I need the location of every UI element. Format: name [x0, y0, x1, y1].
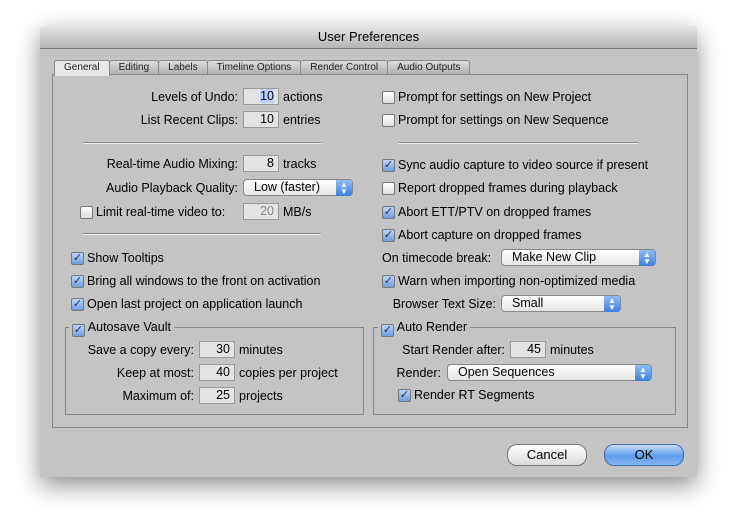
start-after-field[interactable]: 45	[510, 341, 546, 358]
limit-video-label: Limit real-time video to:	[96, 205, 226, 219]
recent-clips-unit: entries	[283, 113, 321, 127]
divider	[398, 142, 638, 144]
updown-arrows-icon: ▲ ▼	[604, 296, 620, 312]
audio-mixing-field[interactable]: 8	[243, 155, 279, 172]
rt-segments-label: Render RT Segments	[414, 388, 535, 402]
abort-capture-label: Abort capture on dropped frames	[398, 228, 582, 242]
tab-audio-outputs[interactable]: Audio Outputs	[387, 60, 471, 75]
updown-arrows-icon: ▲ ▼	[336, 180, 352, 196]
divider	[83, 233, 321, 235]
report-dropped-checkbox[interactable]	[382, 182, 395, 195]
warn-import-checkbox[interactable]: ✓	[382, 275, 395, 288]
limit-video-unit: MB/s	[283, 205, 312, 219]
maximum-label: Maximum of:	[122, 389, 194, 403]
limit-video-checkbox[interactable]	[80, 206, 93, 219]
maximum-unit: projects	[239, 389, 283, 403]
updown-arrows-icon: ▲ ▼	[635, 365, 651, 381]
levels-undo-label: Levels of Undo:	[151, 90, 238, 104]
open-last-checkbox[interactable]: ✓	[71, 298, 84, 311]
bring-windows-checkbox[interactable]: ✓	[71, 275, 84, 288]
save-every-label: Save a copy every:	[87, 343, 194, 357]
keep-most-label: Keep at most:	[116, 366, 194, 380]
recent-clips-label: List Recent Clips:	[140, 113, 238, 127]
tab-labels[interactable]: Labels	[158, 60, 208, 75]
window-title: User Preferences	[40, 26, 697, 49]
maximum-field[interactable]: 25	[199, 387, 235, 404]
save-every-unit: minutes	[239, 343, 283, 357]
warn-import-label: Warn when importing non-optimized media	[398, 274, 636, 288]
prompt-project-label: Prompt for settings on New Project	[398, 90, 592, 104]
show-tooltips-label: Show Tooltips	[87, 251, 164, 265]
tab-render-control[interactable]: Render Control	[300, 60, 389, 75]
abort-capture-checkbox[interactable]: ✓	[382, 229, 395, 242]
show-tooltips-checkbox[interactable]: ✓	[71, 252, 84, 265]
preferences-window: User Preferences General Editing Labels …	[40, 26, 697, 477]
browser-text-label: Browser Text Size:	[392, 297, 496, 311]
tab-bar: General Editing Labels Timeline Options …	[54, 60, 471, 76]
abort-ett-checkbox[interactable]: ✓	[382, 206, 395, 219]
sync-audio-checkbox[interactable]: ✓	[382, 159, 395, 172]
ok-button[interactable]: OK	[604, 444, 684, 466]
browser-text-value: Small	[512, 296, 544, 310]
playback-quality-popup[interactable]: Low (faster) ▲ ▼	[243, 179, 353, 196]
keep-most-field[interactable]: 40	[199, 364, 235, 381]
auto-render-header: ✓ Auto Render	[378, 320, 470, 337]
open-last-label: Open last project on application launch	[87, 297, 303, 311]
tab-timeline-options[interactable]: Timeline Options	[206, 60, 302, 75]
recent-clips-field[interactable]: 10	[243, 111, 279, 128]
cancel-button[interactable]: Cancel	[507, 444, 587, 466]
levels-undo-unit: actions	[283, 90, 323, 104]
general-panel: Levels of Undo: 10 actions List Recent C…	[52, 74, 688, 428]
prompt-project-checkbox[interactable]	[382, 91, 395, 104]
limit-video-field[interactable]: 20	[243, 203, 279, 220]
start-after-unit: minutes	[550, 343, 594, 357]
timecode-break-label: On timecode break:	[382, 251, 492, 265]
timecode-break-value: Make New Clip	[512, 250, 597, 264]
tab-general[interactable]: General	[54, 60, 110, 76]
timecode-break-popup[interactable]: Make New Clip ▲ ▼	[501, 249, 656, 266]
browser-text-popup[interactable]: Small ▲ ▼	[501, 295, 621, 312]
abort-ett-label: Abort ETT/PTV on dropped frames	[398, 205, 592, 219]
report-dropped-label: Report dropped frames during playback	[398, 181, 618, 195]
audio-mixing-label: Real-time Audio Mixing:	[106, 157, 238, 171]
sync-audio-label: Sync audio capture to video source if pr…	[398, 158, 649, 172]
divider	[83, 142, 321, 144]
audio-mixing-unit: tracks	[283, 157, 317, 171]
render-value: Open Sequences	[458, 365, 555, 379]
save-every-field[interactable]: 30	[199, 341, 235, 358]
updown-arrows-icon: ▲ ▼	[639, 250, 655, 266]
levels-undo-field[interactable]: 10	[243, 88, 279, 105]
autosave-header: ✓ Autosave Vault	[69, 320, 174, 337]
prompt-sequence-label: Prompt for settings on New Sequence	[398, 113, 609, 127]
rt-segments-checkbox[interactable]: ✓	[398, 389, 411, 402]
tab-editing[interactable]: Editing	[108, 60, 160, 75]
auto-render-checkbox[interactable]: ✓	[381, 324, 394, 337]
render-popup[interactable]: Open Sequences ▲ ▼	[447, 364, 652, 381]
autosave-checkbox[interactable]: ✓	[72, 324, 85, 337]
playback-quality-value: Low (faster)	[254, 180, 320, 194]
keep-most-unit: copies per project	[239, 366, 338, 380]
autosave-label: Autosave Vault	[87, 320, 171, 334]
bring-windows-label: Bring all windows to the front on activa…	[87, 274, 321, 288]
prompt-sequence-checkbox[interactable]	[382, 114, 395, 127]
start-after-label: Start Render after:	[402, 343, 505, 357]
auto-render-label: Auto Render	[396, 320, 467, 334]
playback-quality-label: Audio Playback Quality:	[105, 181, 238, 195]
render-label: Render:	[396, 366, 441, 380]
